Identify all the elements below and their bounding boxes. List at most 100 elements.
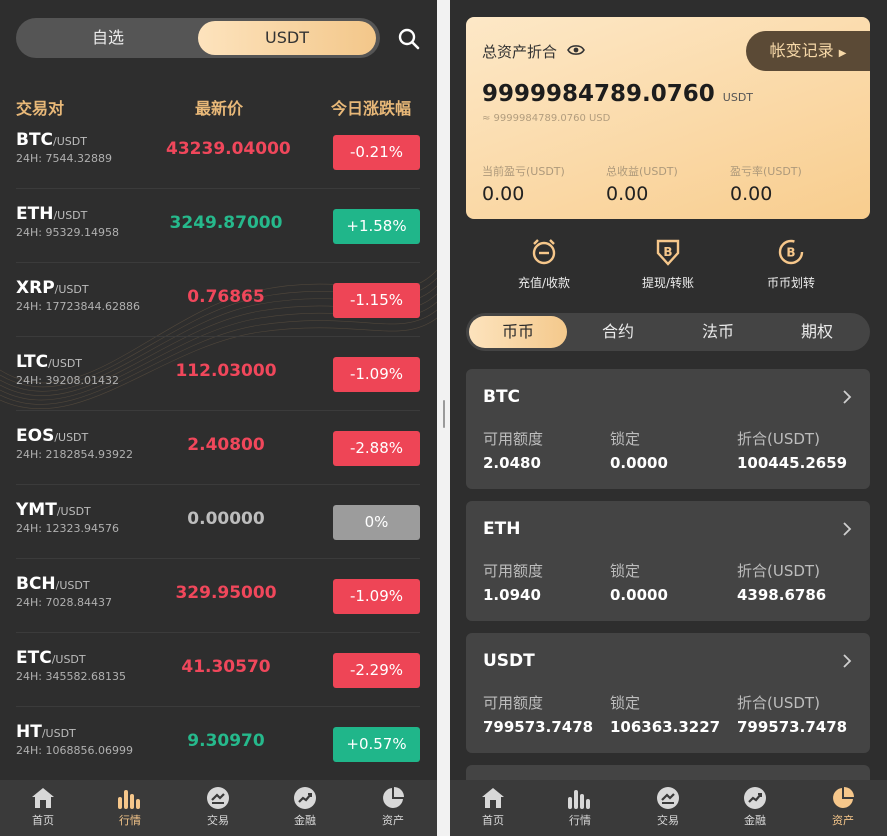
market-row[interactable]: ETH/USDT 24H: 95329.14958 3249.87000 +1.58% — [16, 189, 420, 263]
market-row[interactable]: LTC/USDT 24H: 39208.01432 112.03000 -1.09% — [16, 337, 420, 411]
change-badge[interactable]: -0.21% — [333, 135, 420, 170]
stat-value: 0.00 — [482, 183, 525, 205]
pair-volume: 24H: 7544.32889 — [16, 152, 112, 165]
deposit-action[interactable]: 充值/收款 — [494, 238, 594, 291]
alarm-clock-icon — [532, 239, 556, 265]
header-price: 最新价 — [195, 99, 244, 118]
home-icon — [32, 788, 54, 808]
stat-value: 0.00 — [730, 183, 773, 205]
pair-base: BTC — [16, 130, 54, 150]
total-assets-label: 总资产折合 — [482, 43, 558, 61]
last-price: 0.00000 — [187, 509, 265, 529]
pair-volume: 24H: 345582.68135 — [16, 670, 126, 683]
last-price: 9.30970 — [187, 731, 265, 751]
change-badge[interactable]: 0% — [333, 505, 420, 540]
split-divider[interactable] — [437, 0, 450, 836]
coin-col-label: 折合(USDT) — [737, 694, 820, 712]
change-badge[interactable]: +0.57% — [333, 727, 420, 762]
header-pair: 交易对 — [16, 99, 65, 118]
pair-base: LTC — [16, 352, 49, 372]
nav-assets[interactable]: 资产 — [813, 786, 873, 828]
change-badge[interactable]: +1.58% — [333, 209, 420, 244]
nav-finance-label: 金融 — [744, 814, 766, 827]
nav-trade-label: 交易 — [657, 814, 679, 827]
coin-col-label: 锁定 — [610, 694, 641, 712]
change-badge[interactable]: -2.88% — [333, 431, 420, 466]
nav-market[interactable]: 行情 — [100, 786, 160, 828]
coin-available: 799573.7478 — [483, 718, 594, 736]
total-unit: USDT — [722, 91, 754, 104]
pair-volume: 24H: 7028.84437 — [16, 596, 112, 609]
change-badge[interactable]: -1.09% — [333, 357, 420, 392]
market-screen: 自选 USDT 交易对 最新价 今日涨跌幅 BTC/USDT 24H: 7544.… — [0, 0, 437, 836]
coin-name: ETH — [483, 519, 521, 539]
nav-assets-label: 资产 — [382, 814, 404, 827]
change-badge[interactable]: -2.29% — [333, 653, 420, 688]
coin-col-label: 折合(USDT) — [737, 430, 820, 448]
change-badge[interactable]: -1.15% — [333, 283, 420, 318]
coin-name: USDT — [483, 651, 535, 671]
coin-card[interactable]: USDT 可用额度 799573.7478 锁定 106363.3227 折合(USDT)… — [466, 633, 870, 753]
divider-grip[interactable] — [443, 400, 445, 428]
nav-market-label: 行情 — [569, 814, 591, 827]
nav-market[interactable]: 行情 — [550, 786, 610, 828]
pair-symbol: XRP/USDT — [16, 278, 89, 298]
search-icon[interactable] — [398, 28, 420, 50]
change-badge[interactable]: -1.09% — [333, 579, 420, 614]
coin-card[interactable]: ETH 可用额度 1.0940 锁定 0.0000 折合(USDT) 4398.6786 — [466, 501, 870, 621]
nav-trade[interactable]: 交易 — [188, 786, 248, 828]
bitcoin-shield-icon: B — [656, 239, 680, 266]
bar-chart-icon — [568, 790, 590, 809]
market-row[interactable]: BTC/USDT 24H: 7544.32889 43239.04000 -0.21% — [16, 115, 420, 189]
tab-options[interactable]: 期权 — [768, 316, 866, 348]
pair-symbol: YMT/USDT — [16, 500, 91, 520]
transaction-record-button[interactable]: 帐变记录 ▶ — [746, 31, 870, 71]
pair-base: XRP — [16, 278, 55, 298]
pair-quote: /USDT — [53, 135, 87, 148]
market-row[interactable]: YMT/USDT 24H: 12323.94576 0.00000 0% — [16, 485, 420, 559]
total-approx: ≈ 9999984789.0760 USD — [482, 113, 611, 124]
coin-locked: 0.0000 — [610, 586, 668, 604]
deposit-label: 充值/收款 — [517, 276, 571, 290]
eye-icon[interactable] — [567, 43, 585, 57]
market-row[interactable]: BCH/USDT 24H: 7028.84437 329.95000 -1.09% — [16, 559, 420, 633]
bar-chart-icon — [118, 790, 140, 809]
transfer-action[interactable]: B 币币划转 — [741, 238, 841, 291]
pair-symbol: ETH/USDT — [16, 204, 87, 224]
nav-finance-label: 金融 — [294, 814, 316, 827]
nav-finance[interactable]: 金融 — [725, 786, 785, 828]
withdraw-action[interactable]: B 提现/转账 — [618, 238, 718, 291]
tab-contract[interactable]: 合约 — [569, 316, 667, 348]
coin-card[interactable]: BTC 可用额度 2.0480 锁定 0.0000 折合(USDT) 100445.2659 — [466, 369, 870, 489]
pair-base: YMT — [16, 500, 57, 520]
nav-finance[interactable]: 金融 — [275, 786, 335, 828]
pair-base: ETC — [16, 648, 52, 668]
nav-home[interactable]: 首页 — [13, 786, 73, 828]
nav-assets[interactable]: 资产 — [363, 786, 423, 828]
market-row[interactable]: HT/USDT 24H: 1068856.06999 9.30970 +0.57% — [16, 707, 420, 781]
tab-fiat[interactable]: 法币 — [669, 316, 767, 348]
chevron-right-icon — [843, 522, 852, 536]
pair-volume: 24H: 95329.14958 — [16, 226, 119, 239]
toggle-favorites[interactable]: 自选 — [19, 21, 197, 55]
last-price: 3249.87000 — [169, 213, 283, 233]
total-assets-value: 9999984789.0760 USDT — [482, 81, 753, 107]
pair-quote: /USDT — [41, 727, 76, 740]
trade-icon — [207, 787, 229, 809]
toggle-usdt[interactable]: USDT — [198, 21, 376, 55]
pair-symbol: EOS/USDT — [16, 426, 88, 446]
market-row[interactable]: ETC/USDT 24H: 345582.68135 41.30570 -2.29% — [16, 633, 420, 707]
market-row[interactable]: EOS/USDT 24H: 2182854.93922 2.40800 -2.88% — [16, 411, 420, 485]
pair-volume: 24H: 12323.94576 — [16, 522, 119, 535]
pair-base: ETH — [16, 204, 54, 224]
caret-right-icon: ▶ — [838, 48, 847, 59]
account-tabs: 币币 合约 法币 期权 — [466, 313, 870, 351]
nav-trade[interactable]: 交易 — [638, 786, 698, 828]
market-row[interactable]: XRP/USDT 24H: 17723844.62886 0.76865 -1.15% — [16, 263, 420, 337]
coin-col-label: 锁定 — [610, 430, 641, 448]
tab-spot[interactable]: 币币 — [469, 316, 567, 348]
coin-name: BTC — [483, 387, 521, 407]
nav-home[interactable]: 首页 — [463, 786, 523, 828]
coin-col-label: 可用额度 — [483, 430, 544, 448]
nav-home-label: 首页 — [32, 814, 54, 827]
